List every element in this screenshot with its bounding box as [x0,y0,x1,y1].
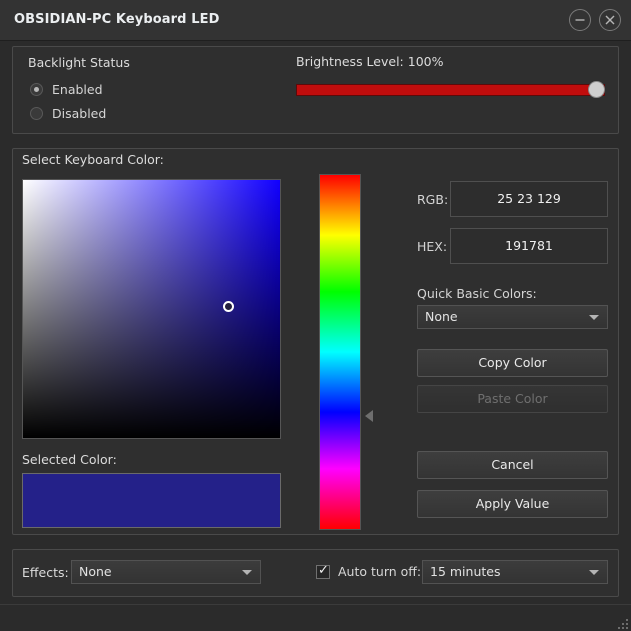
radio-disabled[interactable]: Disabled [30,106,106,121]
resize-grip-icon[interactable] [614,615,628,629]
backlight-status-label: Backlight Status [28,55,130,70]
auto-turn-off-checkbox[interactable]: Auto turn off: [316,563,422,579]
close-button[interactable] [599,9,621,31]
minimize-button[interactable] [569,9,591,31]
brightness-slider[interactable] [296,80,605,98]
rgb-input[interactable]: 25 23 129 [450,181,608,217]
select-keyboard-color-label: Select Keyboard Color: [22,152,164,167]
auto-turn-off-value: 15 minutes [430,564,501,579]
close-icon [605,15,615,25]
hue-strip[interactable] [319,174,361,530]
title-bar: OBSIDIAN-PC Keyboard LED [0,0,631,41]
radio-disabled-label: Disabled [52,106,107,121]
cancel-button[interactable]: Cancel [417,451,608,479]
minimize-icon [575,19,585,21]
brightness-slider-fill [297,85,604,95]
selected-color-swatch [22,473,281,528]
quick-basic-colors-select[interactable]: None [417,305,608,329]
chevron-down-icon [589,315,599,320]
quick-basic-colors-label: Quick Basic Colors: [417,286,537,301]
rgb-label: RGB: [417,192,449,207]
effects-select[interactable]: None [71,560,261,584]
status-bar [0,604,631,631]
apply-value-button[interactable]: Apply Value [417,490,608,518]
keyboard-led-window: OBSIDIAN-PC Keyboard LED Backlight Statu… [0,0,631,631]
auto-turn-off-label: Auto turn off: [338,564,422,579]
window-title: OBSIDIAN-PC Keyboard LED [14,12,220,27]
auto-turn-off-select[interactable]: 15 minutes [422,560,608,584]
radio-enabled-indicator [30,83,43,96]
radio-enabled-label: Enabled [52,82,103,97]
selected-color-label: Selected Color: [22,452,117,467]
brightness-slider-handle[interactable] [588,81,605,98]
brightness-level-label: Brightness Level: 100% [296,54,444,69]
radio-enabled[interactable]: Enabled [30,82,103,97]
effects-label: Effects: [22,565,69,580]
saturation-value-square[interactable] [22,179,281,439]
hex-input[interactable]: 191781 [450,228,608,264]
sv-shade-layer [23,180,280,438]
chevron-down-icon [242,570,252,575]
hex-label: HEX: [417,239,448,254]
copy-color-button[interactable]: Copy Color [417,349,608,377]
auto-turn-off-checkbox-indicator [316,563,330,579]
paste-color-button: Paste Color [417,385,608,413]
effects-value: None [79,564,112,579]
radio-disabled-indicator [30,107,43,120]
quick-basic-colors-value: None [425,309,458,324]
chevron-down-icon [589,570,599,575]
